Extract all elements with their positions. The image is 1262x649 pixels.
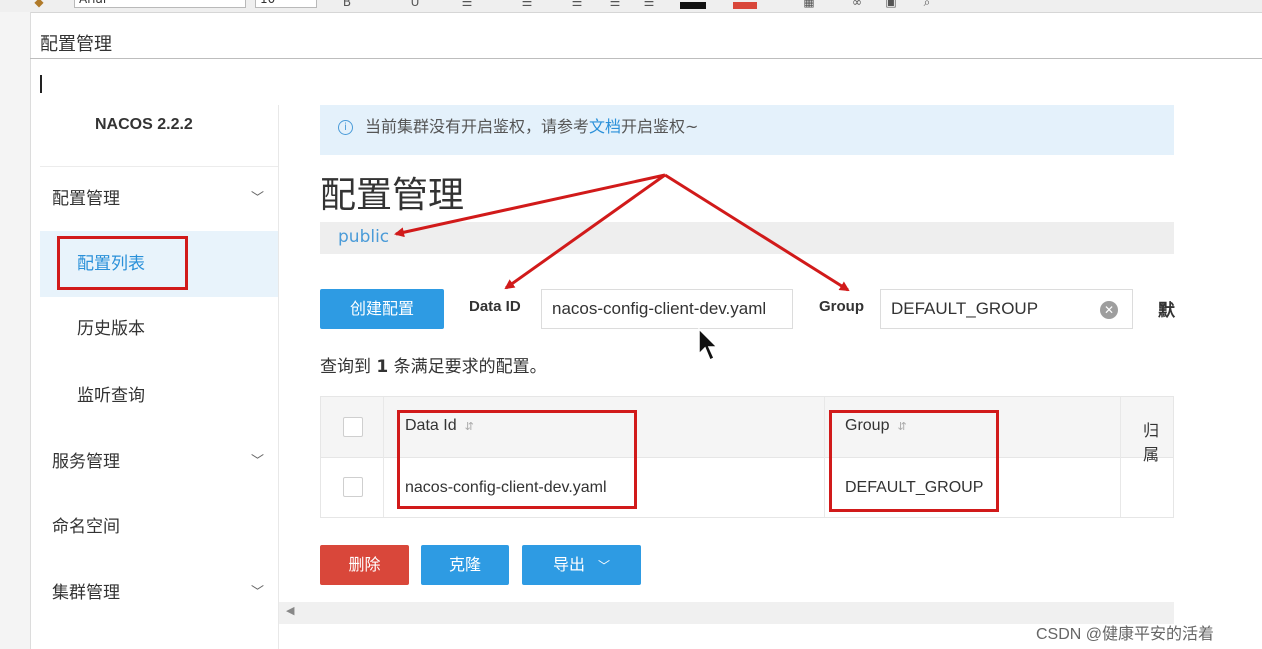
data-id-label: Data ID xyxy=(469,298,521,315)
nacos-brand: NACOS 2.2.2 xyxy=(95,116,193,133)
chevron-down-icon: ﹀ xyxy=(598,559,611,573)
truncated-label: 默 xyxy=(1158,301,1175,321)
group-input[interactable]: DEFAULT_GROUP ✕ xyxy=(880,289,1133,329)
chevron-down-icon: ﹀ xyxy=(250,191,264,206)
sidebar-item-label: 配置管理 xyxy=(52,189,120,209)
page-title: 配置管理 xyxy=(320,175,465,216)
brand-divider xyxy=(40,166,278,167)
sidebar-item-listener-query[interactable]: 监听查询 xyxy=(40,363,278,429)
export-label: 导出 xyxy=(552,555,585,574)
result-suffix: 条满足要求的配置。 xyxy=(393,357,547,377)
bold-icon[interactable]: B xyxy=(336,0,358,8)
column-header-belongs: 归属 xyxy=(1143,423,1160,464)
indent-icon[interactable]: ☰ xyxy=(604,0,626,8)
title-divider xyxy=(30,58,1262,59)
sidebar-divider xyxy=(278,105,279,649)
watermark: CSDN @健康平安的活着 xyxy=(1036,626,1215,643)
data-id-input[interactable]: nacos-config-client-dev.yaml xyxy=(541,289,793,329)
bullet-list-icon[interactable]: ☰ xyxy=(566,0,588,8)
notice-text: 当前集群没有开启鉴权，请参考 xyxy=(365,117,590,136)
result-count: 1 xyxy=(376,357,389,377)
table-icon[interactable]: ▦ xyxy=(798,0,820,8)
scroll-left-icon[interactable]: ◀ xyxy=(286,604,294,617)
document-title: 配置管理 xyxy=(40,34,112,55)
create-config-button[interactable]: 创建配置 xyxy=(320,289,444,329)
annotation-box-config-list xyxy=(57,236,188,290)
column-divider xyxy=(824,397,825,517)
sidebar-item-cluster-management[interactable]: 集群管理 ﹀ xyxy=(40,569,278,617)
text-caret xyxy=(40,75,42,93)
underline-icon[interactable]: U xyxy=(404,0,426,8)
group-label: Group xyxy=(819,298,864,315)
info-icon: i xyxy=(338,120,353,135)
numbered-list-icon[interactable]: ☰ xyxy=(516,0,538,8)
chevron-down-icon: ﹀ xyxy=(250,454,264,469)
clear-icon[interactable]: ✕ xyxy=(1100,301,1118,319)
query-result-text: 查询到 1 条满足要求的配置。 xyxy=(320,352,547,377)
export-button[interactable]: 导出 ﹀ xyxy=(522,545,641,585)
delete-button[interactable]: 删除 xyxy=(320,545,409,585)
result-prefix: 查询到 xyxy=(320,357,371,377)
namespace-public-tab[interactable]: public xyxy=(338,227,389,247)
annotation-box-group xyxy=(829,410,999,512)
find-icon[interactable]: ⌕ xyxy=(916,0,938,8)
sidebar-item-label: 集群管理 xyxy=(52,583,120,603)
sidebar-item-label: 服务管理 xyxy=(52,452,120,472)
text-color-icon[interactable] xyxy=(680,2,706,9)
clone-button[interactable]: 克隆 xyxy=(421,545,509,585)
annotation-box-data-id xyxy=(397,410,637,509)
sidebar-item-label: 命名空间 xyxy=(52,517,120,537)
font-size-field[interactable]: 10 xyxy=(255,0,317,8)
column-divider xyxy=(1120,397,1121,517)
group-input-value: DEFAULT_GROUP xyxy=(891,299,1039,318)
sidebar-item-config-management[interactable]: 配置管理 ﹀ xyxy=(40,175,278,223)
mouse-pointer-icon xyxy=(698,328,719,362)
format-paint-icon[interactable]: ◆ xyxy=(28,0,50,8)
editor-left-margin xyxy=(0,12,31,649)
notice-suffix: 开启鉴权~ xyxy=(621,117,699,136)
namespace-bar xyxy=(320,222,1174,254)
highlight-icon[interactable] xyxy=(733,2,757,9)
select-all-checkbox[interactable] xyxy=(343,417,363,437)
chevron-down-icon: ﹀ xyxy=(250,585,264,600)
sidebar-item-history[interactable]: 历史版本 xyxy=(40,296,278,362)
image-icon[interactable]: ▣ xyxy=(880,0,902,8)
column-divider xyxy=(383,397,384,517)
notice-doc-link[interactable]: 文档 xyxy=(589,117,621,136)
font-name-field[interactable]: Arial xyxy=(74,0,246,8)
outdent-icon[interactable]: ☰ xyxy=(638,0,660,8)
align-icon[interactable]: ☰ xyxy=(456,0,478,8)
sidebar-item-label: 历史版本 xyxy=(77,319,145,339)
sidebar-item-service-management[interactable]: 服务管理 ﹀ xyxy=(40,438,278,486)
sidebar-item-label: 监听查询 xyxy=(77,386,145,406)
sidebar-item-namespace[interactable]: 命名空间 xyxy=(40,503,278,551)
row-checkbox[interactable] xyxy=(343,477,363,497)
auth-notice: i 当前集群没有开启鉴权，请参考文档开启鉴权~ xyxy=(320,105,1174,155)
link-icon[interactable]: ∞ xyxy=(846,0,868,8)
